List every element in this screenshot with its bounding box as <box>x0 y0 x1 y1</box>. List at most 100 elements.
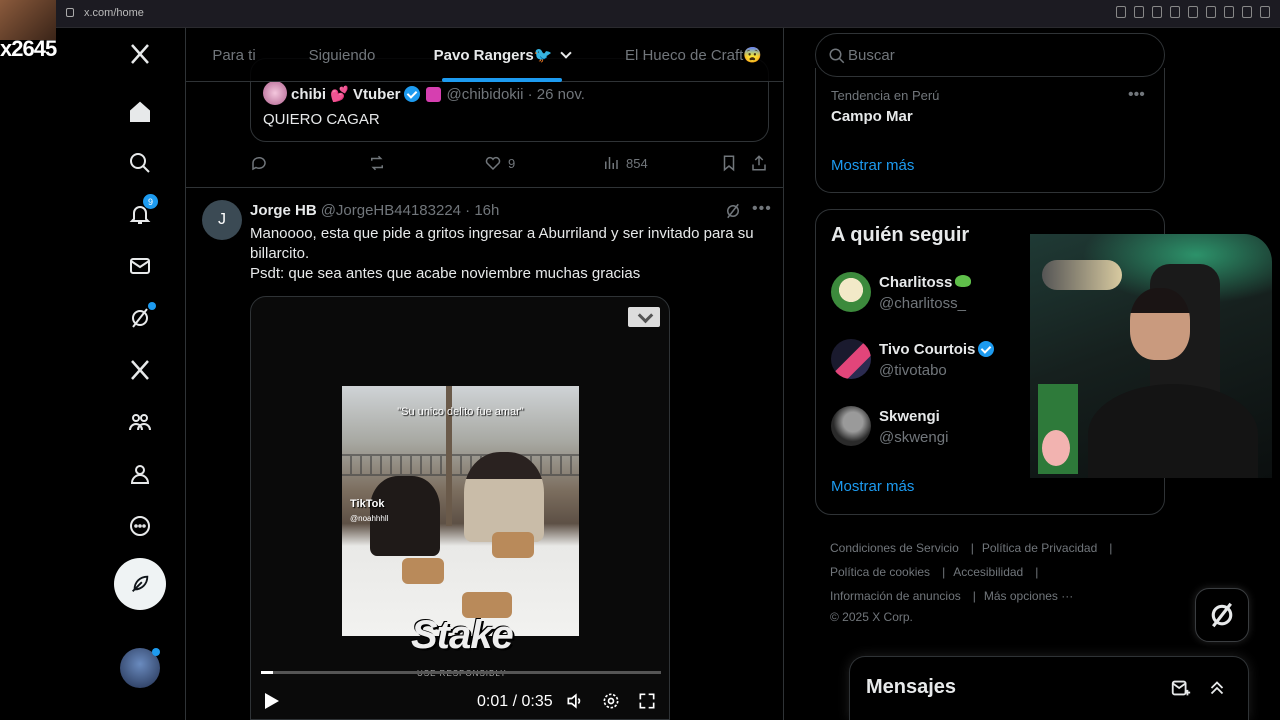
reply-icon <box>252 156 266 171</box>
video-food <box>492 532 534 558</box>
settings-gear-icon[interactable] <box>601 691 621 711</box>
tiktok-watermark: TikTok <box>350 498 385 510</box>
zoom-icon[interactable] <box>1116 6 1126 18</box>
quoted-handle-date: @chibidokii · 26 nov. <box>446 86 585 103</box>
home-icon[interactable] <box>126 98 154 126</box>
fullscreen-icon[interactable] <box>637 691 657 711</box>
tab-label: Para ti <box>212 46 256 64</box>
volume-icon[interactable] <box>565 691 585 711</box>
follow-handle: @charlitoss_ <box>879 295 966 312</box>
play-icon[interactable] <box>265 693 279 709</box>
stake-watermark: Stake <box>411 613 514 657</box>
address-bar[interactable]: x.com/home <box>84 7 144 19</box>
puzzle-icon[interactable] <box>1224 6 1234 18</box>
webcam-streamer-head <box>1130 288 1190 360</box>
follow-name: Tivo Courtois <box>879 341 976 358</box>
repost-icon <box>371 155 383 171</box>
video-frame[interactable]: "Su unico delito fue amar" TikTok @noahh… <box>342 386 579 636</box>
follow-name: Skwengi <box>879 408 940 425</box>
tweet-handle-time: @JorgeHB44183224 · 16h <box>320 202 500 219</box>
verified-badge-icon <box>978 341 995 357</box>
messages-drawer[interactable]: Mensajes <box>849 656 1249 720</box>
play-icon[interactable] <box>1188 6 1198 18</box>
sidebar-footer: Condiciones de Servicio | Política de Priv… <box>830 541 1113 624</box>
video-player[interactable]: "Su unico delito fue amar" TikTok @noahh… <box>250 296 670 720</box>
footer-link[interactable]: Condiciones de Servicio <box>830 541 959 555</box>
x-logo-icon[interactable] <box>126 40 154 68</box>
like-button[interactable]: 9 <box>484 154 515 172</box>
trend-more-icon[interactable]: ••• <box>1128 86 1145 104</box>
expand-drawer-icon[interactable] <box>1206 677 1228 699</box>
lock-icon <box>66 8 74 17</box>
quoted-author-name: chibi 💕 Vtuber <box>291 86 401 103</box>
browser-extension-icons <box>1116 6 1270 18</box>
search-icon[interactable] <box>126 149 154 177</box>
footer-link[interactable]: Política de cookies <box>830 565 930 579</box>
download-icon[interactable] <box>1242 6 1252 18</box>
timeline: Para ti Siguiendo Pavo Rangers🐦 El Hueco… <box>185 28 784 720</box>
compose-post-button[interactable] <box>114 558 166 610</box>
search-placeholder: Buscar <box>848 47 895 64</box>
download-video-icon[interactable] <box>628 307 660 327</box>
analytics-icon <box>605 157 618 169</box>
follow-show-more-link[interactable]: Mostrar más <box>831 478 914 495</box>
share-button[interactable] <box>750 154 774 172</box>
tab-para-ti[interactable]: Para ti <box>186 28 282 82</box>
menu-icon[interactable] <box>1260 6 1270 18</box>
feather-icon <box>132 575 149 592</box>
video-progress-bar[interactable] <box>261 671 661 674</box>
streamer-webcam-overlay <box>1030 234 1272 478</box>
active-tab-indicator <box>442 78 562 82</box>
tweet-author-name[interactable]: Jorge HB <box>250 202 317 219</box>
trend-name[interactable]: Campo Mar <box>831 108 913 125</box>
bookmark-icon <box>723 155 735 172</box>
communities-icon[interactable] <box>126 408 154 436</box>
heart-icon[interactable] <box>1206 6 1216 18</box>
premium-x-icon[interactable] <box>126 356 154 384</box>
tab-el-hueco-de-craft[interactable]: El Hueco de Craft😨 <box>602 28 783 82</box>
webcam-microphone <box>1042 260 1122 290</box>
account-dot-indicator <box>152 648 160 656</box>
frog-emoji-icon <box>955 275 972 287</box>
trends-panel: Tendencia en Perú Campo Mar ••• Mostrar … <box>815 68 1165 193</box>
tab-siguiendo[interactable]: Siguiendo <box>282 28 402 82</box>
video-person-right <box>464 452 544 542</box>
tweet-actions: 9 854 <box>250 146 769 182</box>
trends-show-more-link[interactable]: Mostrar más <box>831 157 914 174</box>
footer-link[interactable]: Más opciones ··· <box>984 589 1073 603</box>
account-avatar[interactable] <box>120 648 160 688</box>
grok-floating-button[interactable] <box>1195 588 1249 642</box>
video-food <box>402 558 444 584</box>
tab-pavo-rangers[interactable]: Pavo Rangers🐦 <box>402 28 602 82</box>
bookmark-button[interactable] <box>720 154 744 172</box>
tweet-author-avatar[interactable]: J <box>202 200 242 240</box>
repost-button[interactable] <box>368 154 392 172</box>
shield-icon[interactable] <box>1170 6 1180 18</box>
grok-explain-icon[interactable] <box>724 202 742 220</box>
timeline-tabs: Para ti Siguiendo Pavo Rangers🐦 El Hueco… <box>186 28 783 82</box>
reply-button[interactable] <box>250 154 274 172</box>
tweet-header: Jorge HB @JorgeHB44183224 · 16h <box>250 202 499 219</box>
footer-copyright: © 2025 X Corp. <box>830 610 913 624</box>
notifications-bell-icon[interactable]: 9 <box>126 194 158 228</box>
views-button[interactable]: 854 <box>602 154 648 172</box>
verified-badge-icon <box>403 86 420 102</box>
left-navigation: 9 <box>96 28 184 720</box>
extension-icon[interactable] <box>1134 6 1144 18</box>
messages-envelope-icon[interactable] <box>126 252 154 280</box>
footer-link[interactable]: Política de Privacidad <box>982 541 1097 555</box>
new-message-icon[interactable] <box>1170 677 1192 699</box>
bookmark-icon[interactable] <box>1152 6 1162 18</box>
more-options-icon[interactable] <box>126 512 154 540</box>
quoted-tweet-text: QUIERO CAGAR <box>263 111 380 128</box>
tweet-text: Manoooo, esta que pide a gritos ingresar… <box>250 225 754 282</box>
tweet-more-icon[interactable]: ••• <box>752 200 772 218</box>
footer-link[interactable]: Accesibilidad <box>953 565 1023 579</box>
webcam-pig-sticker <box>1042 430 1070 466</box>
profile-icon[interactable] <box>126 460 154 488</box>
tiktok-handle: @noahhhll <box>350 514 389 523</box>
who-to-follow-title: A quién seguir <box>831 224 970 246</box>
grok-icon[interactable] <box>126 302 156 332</box>
chevron-down-icon[interactable] <box>560 47 573 59</box>
footer-link[interactable]: Información de anuncios <box>830 589 961 603</box>
